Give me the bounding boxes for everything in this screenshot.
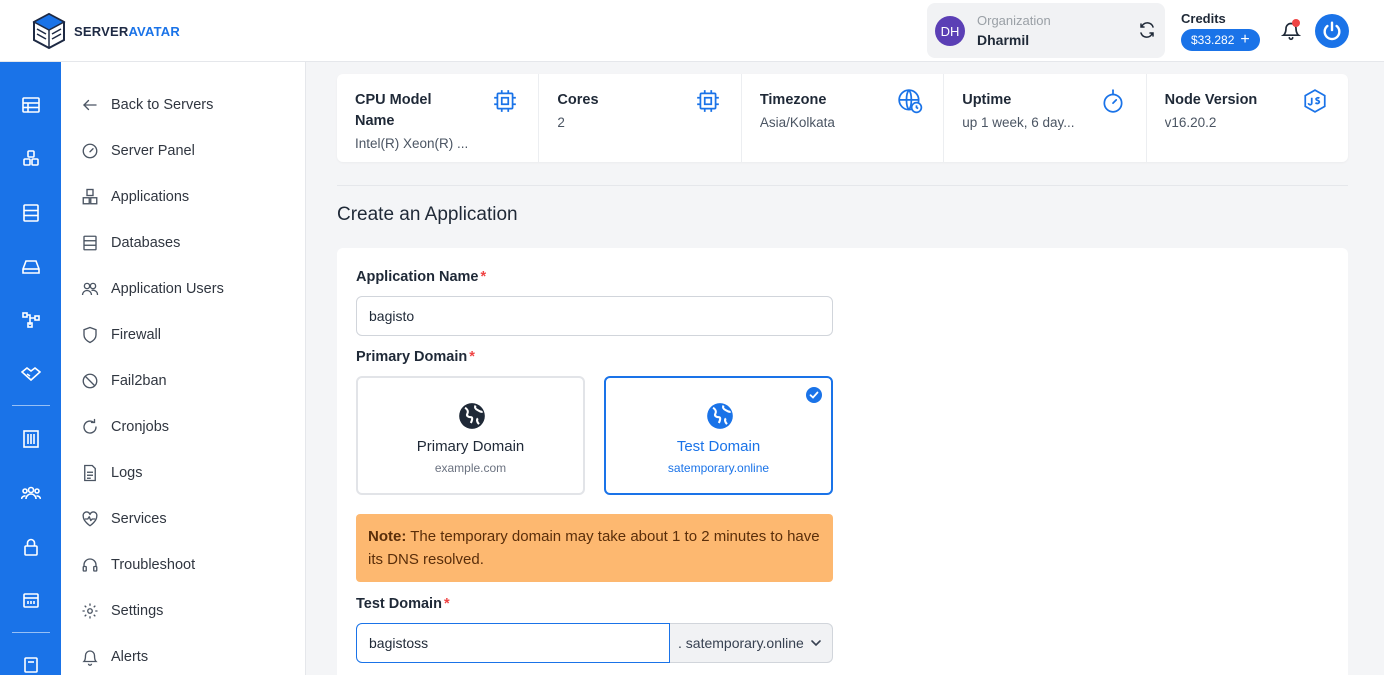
domain-suffix-select[interactable]: . satemporary.online — [670, 623, 833, 663]
sidebar-item-databases[interactable]: Databases — [81, 231, 180, 255]
test-domain-input[interactable] — [356, 623, 670, 663]
team-rail-icon[interactable] — [21, 483, 41, 503]
globe-clock-icon — [898, 89, 923, 114]
refresh-icon — [83, 418, 97, 434]
shield-icon — [83, 326, 97, 344]
organization-rail-icon[interactable] — [21, 429, 41, 449]
chevron-down-icon — [811, 640, 821, 647]
stat-timezone: Timezone Asia/Kolkata — [742, 74, 945, 162]
stat-uptime: Uptime up 1 week, 6 day... — [944, 74, 1147, 162]
check-circle-icon — [806, 387, 822, 403]
org-name: Dharmil — [977, 32, 1030, 48]
globe-icon — [707, 403, 733, 429]
org-label: Organization — [977, 13, 1051, 28]
organization-switcher[interactable]: DH Organization Dharmil — [927, 3, 1165, 58]
file-icon — [84, 464, 96, 482]
power-icon — [1323, 21, 1341, 41]
nodejs-icon — [1304, 89, 1326, 113]
test-domain-label: Test Domain * — [356, 596, 450, 612]
network-rail-icon[interactable] — [21, 310, 41, 330]
ban-icon — [82, 373, 98, 389]
cpu-icon — [696, 90, 719, 112]
sidebar-item-back-to-servers[interactable]: Back to Servers — [81, 93, 213, 117]
applications-rail-icon[interactable] — [21, 149, 41, 169]
rail-divider — [12, 405, 50, 406]
sidebar-item-services[interactable]: Services — [81, 507, 167, 531]
globe-icon — [459, 403, 485, 429]
stat-cores: Cores 2 — [539, 74, 742, 162]
users-icon — [81, 282, 99, 296]
sidebar-item-cronjobs[interactable]: Cronjobs — [81, 415, 169, 439]
arrow-left-icon — [83, 99, 97, 111]
sidebar-item-server-panel[interactable]: Server Panel — [81, 139, 195, 163]
top-header: SERVERAVATAR DH Organization Dharmil Cre… — [0, 0, 1384, 62]
stat-node-version: Node Version v16.20.2 — [1147, 74, 1348, 162]
database-icon — [83, 235, 97, 251]
sidebar-item-applications[interactable]: Applications — [81, 185, 189, 209]
partners-rail-icon[interactable] — [21, 364, 41, 384]
dns-note: Note: The temporary domain may take abou… — [356, 514, 833, 582]
create-application-form: Application Name* Primary Domain* Primar… — [337, 248, 1348, 675]
sidebar-item-logs[interactable]: Logs — [81, 461, 142, 485]
cubes-icon — [82, 188, 98, 205]
databases-rail-icon[interactable] — [21, 203, 41, 223]
cpu-icon — [494, 90, 517, 112]
gear-icon — [82, 603, 98, 619]
account-menu-button[interactable] — [1315, 14, 1349, 48]
server-sidebar: Back to Servers Server Panel Application… — [61, 62, 306, 675]
document-rail-icon[interactable] — [21, 655, 41, 675]
org-avatar: DH — [935, 16, 965, 46]
gauge-icon — [82, 143, 98, 159]
add-credits-button[interactable]: $33.282 + — [1181, 29, 1260, 51]
server-stats-bar: CPU Model Name Intel(R) Xeon(R) ... Core… — [337, 74, 1348, 162]
application-name-label: Application Name * — [356, 269, 487, 285]
headset-icon — [82, 558, 98, 572]
stopwatch-icon — [1103, 89, 1123, 113]
plus-icon: + — [1240, 31, 1250, 48]
stat-cpu-model: CPU Model Name Intel(R) Xeon(R) ... — [337, 74, 540, 162]
sidebar-item-firewall[interactable]: Firewall — [81, 323, 161, 347]
credits-label: Credits — [1181, 11, 1226, 26]
page-title: Create an Application — [337, 204, 518, 225]
calendar-rail-icon[interactable] — [21, 590, 41, 610]
credits-value: $33.282 — [1191, 33, 1235, 47]
logo[interactable]: SERVERAVATAR — [30, 12, 180, 50]
application-name-input[interactable] — [356, 296, 833, 336]
icon-rail — [0, 62, 61, 675]
heartbeat-icon — [82, 511, 98, 527]
logo-icon — [32, 12, 66, 50]
servers-rail-icon[interactable] — [21, 95, 41, 115]
notification-dot — [1292, 19, 1300, 27]
section-divider — [337, 185, 1348, 186]
refresh-icon[interactable] — [1138, 21, 1156, 39]
test-domain-option[interactable]: Test Domain satemporary.online — [604, 376, 833, 495]
bell-icon — [82, 650, 98, 666]
logo-text: SERVERAVATAR — [74, 23, 180, 39]
primary-domain-option[interactable]: Primary Domain example.com — [356, 376, 585, 495]
sidebar-item-fail2ban[interactable]: Fail2ban — [81, 369, 167, 393]
sidebar-item-settings[interactable]: Settings — [81, 599, 163, 623]
security-rail-icon[interactable] — [21, 537, 41, 557]
sidebar-item-application-users[interactable]: Application Users — [81, 277, 224, 301]
sidebar-item-troubleshoot[interactable]: Troubleshoot — [81, 553, 195, 577]
main-content: CPU Model Name Intel(R) Xeon(R) ... Core… — [306, 62, 1384, 675]
primary-domain-label: Primary Domain * — [356, 349, 475, 365]
sidebar-item-alerts[interactable]: Alerts — [81, 645, 148, 669]
storage-rail-icon[interactable] — [21, 257, 41, 277]
rail-divider — [12, 632, 50, 633]
